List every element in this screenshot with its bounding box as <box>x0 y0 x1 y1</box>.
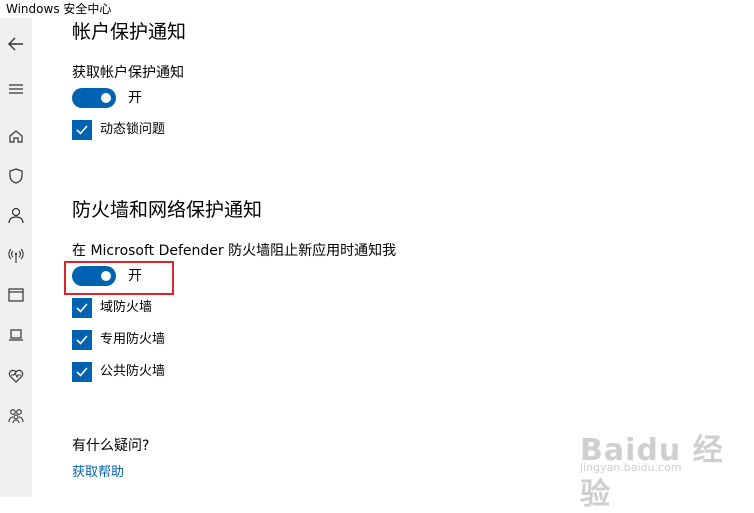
private-firewall-label: 专用防火墙 <box>100 332 166 347</box>
menu-button[interactable] <box>0 73 32 105</box>
sidebar-item-firewall-network[interactable] <box>0 239 32 271</box>
baidu-watermark: Baidu 经验 jingyan.baidu.com <box>580 425 740 512</box>
dynamic-lock-label: 动态锁问题 <box>100 122 166 137</box>
sidebar <box>0 18 32 497</box>
toggle-knob <box>101 93 111 103</box>
checkmark-icon <box>76 303 88 313</box>
help-question: 有什么疑问? <box>72 438 150 454</box>
public-firewall-label: 公共防火墙 <box>100 364 166 379</box>
wireless-signal-icon <box>8 248 24 263</box>
account-protection-toggle-state: 开 <box>128 90 142 106</box>
hamburger-menu-icon <box>9 84 23 94</box>
laptop-icon <box>9 329 23 341</box>
sidebar-item-virus-protection[interactable] <box>0 160 32 192</box>
sidebar-item-account-protection[interactable] <box>0 199 32 231</box>
person-icon <box>8 207 24 224</box>
domain-firewall-label: 域防火墙 <box>100 300 153 315</box>
dynamic-lock-checkbox[interactable] <box>72 120 92 140</box>
back-arrow-icon <box>8 37 23 51</box>
window-title: Windows 安全中心 <box>0 0 754 18</box>
firewall-notification-setting-label: 在 Microsoft Defender 防火墙阻止新应用时通知我 <box>72 243 397 259</box>
heart-pulse-icon <box>8 369 24 383</box>
shield-icon <box>9 168 23 184</box>
public-firewall-checkbox[interactable] <box>72 362 92 382</box>
firewall-notification-toggle-state: 开 <box>128 268 142 284</box>
home-icon <box>9 130 23 143</box>
account-protection-toggle[interactable] <box>72 88 116 108</box>
account-protection-title: 帐户保护通知 <box>72 21 187 43</box>
sidebar-item-app-browser-control[interactable] <box>0 279 32 311</box>
checkmark-icon <box>76 125 88 135</box>
toggle-knob <box>101 271 111 281</box>
checkmark-icon <box>76 335 88 345</box>
browser-window-icon <box>8 288 24 302</box>
sidebar-item-home[interactable] <box>0 120 32 152</box>
family-icon <box>8 409 24 424</box>
private-firewall-checkbox[interactable] <box>72 330 92 350</box>
back-button[interactable] <box>0 28 32 60</box>
firewall-notification-toggle[interactable] <box>72 266 116 286</box>
account-protection-setting-label: 获取帐户保护通知 <box>72 65 184 81</box>
sidebar-item-device-health[interactable] <box>0 359 32 391</box>
checkmark-icon <box>76 367 88 377</box>
sidebar-item-family-options[interactable] <box>0 399 32 431</box>
firewall-notification-title: 防火墙和网络保护通知 <box>72 199 263 221</box>
sidebar-item-device-security[interactable] <box>0 319 32 351</box>
get-help-link[interactable]: 获取帮助 <box>72 463 124 483</box>
domain-firewall-checkbox[interactable] <box>72 298 92 318</box>
watermark-sub-text: jingyan.baidu.com <box>580 461 682 474</box>
